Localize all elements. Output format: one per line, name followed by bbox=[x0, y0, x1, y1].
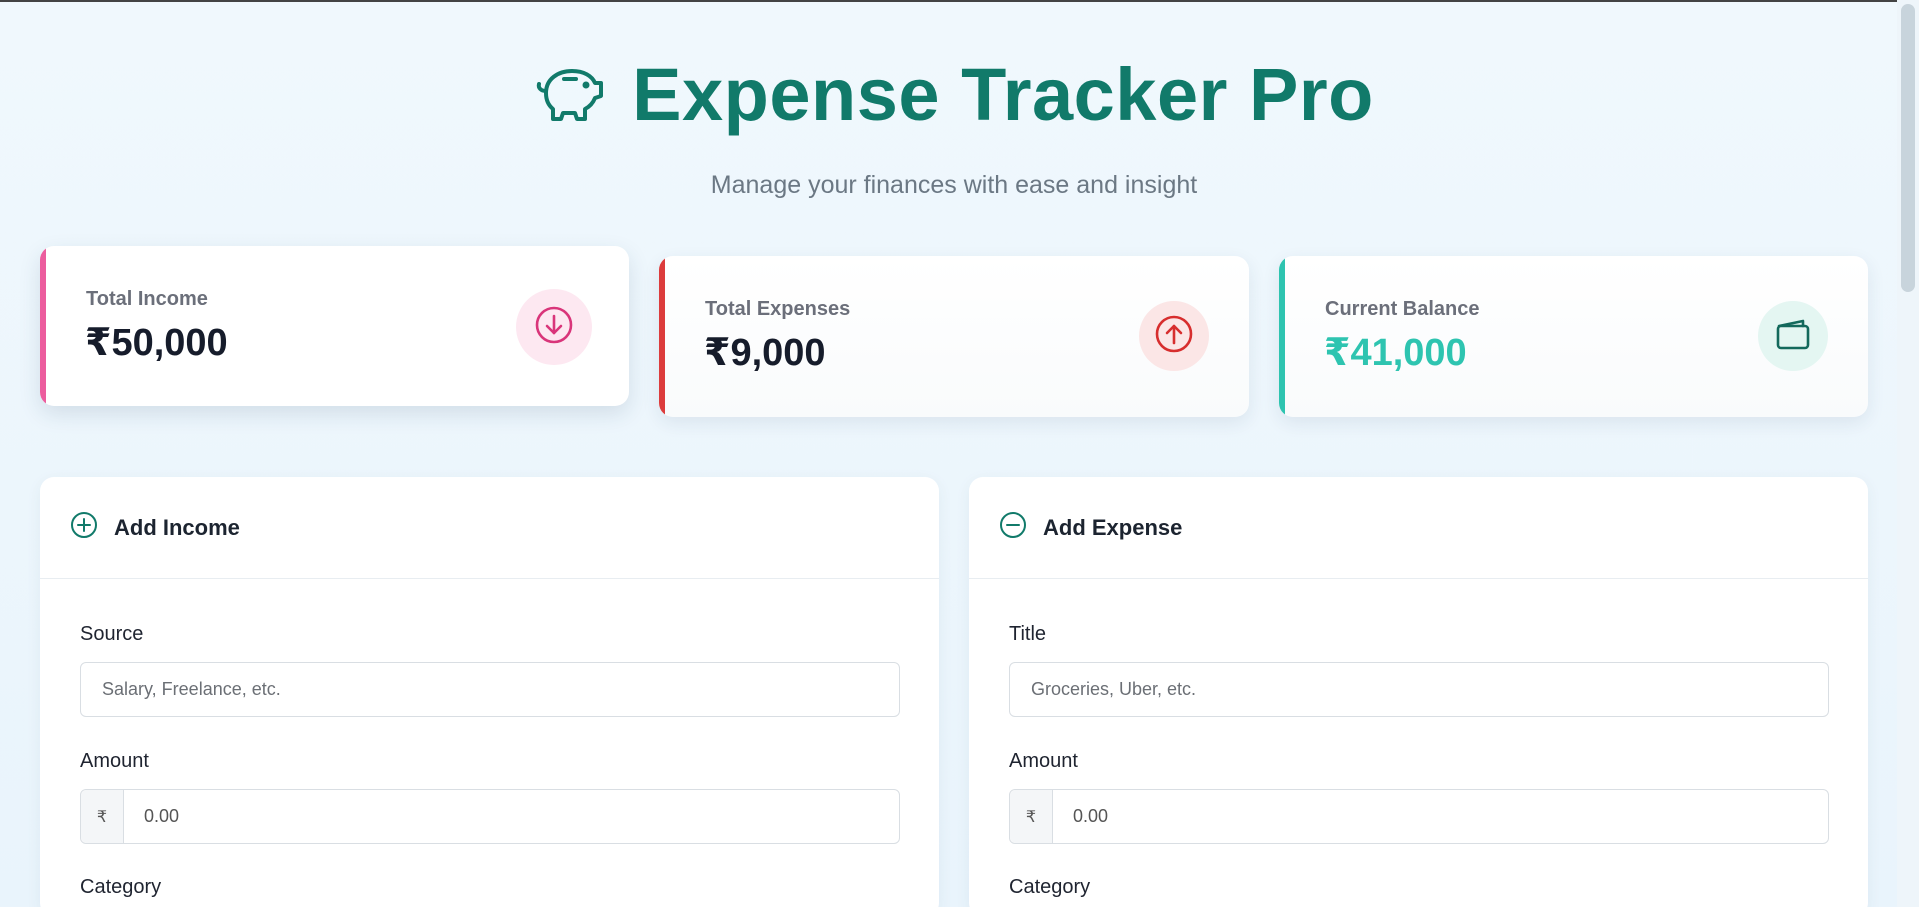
add-income-panel: Add Income Source Salary, Freelance, etc… bbox=[40, 477, 939, 907]
total-income-label: Total Income bbox=[86, 288, 208, 310]
rupee-prefix: ₹ bbox=[1010, 790, 1053, 843]
wallet-icon bbox=[1773, 314, 1813, 359]
rupee-prefix: ₹ bbox=[81, 790, 124, 843]
total-income-value: ₹50,000 bbox=[85, 322, 228, 364]
balance-icon-circle bbox=[1758, 301, 1828, 371]
balance-accent-bar bbox=[1279, 256, 1285, 417]
income-source-placeholder: Salary, Freelance, etc. bbox=[102, 679, 281, 699]
total-income-card: Total Income ₹50,000 bbox=[40, 246, 629, 406]
total-expenses-label: Total Expenses bbox=[705, 298, 851, 320]
expense-amount-input[interactable]: ₹ 0.00 bbox=[1009, 789, 1829, 844]
title-row: Expense Tracker Pro bbox=[534, 52, 1374, 137]
expense-title-label: Title bbox=[1009, 623, 1047, 645]
add-income-header: Add Income bbox=[40, 477, 939, 579]
total-expenses-value: ₹9,000 bbox=[704, 332, 826, 374]
expense-amount-label: Amount bbox=[1009, 750, 1078, 772]
expenses-accent-bar bbox=[659, 256, 665, 417]
income-icon-circle bbox=[516, 289, 592, 365]
current-balance-value: ₹41,000 bbox=[1324, 332, 1467, 374]
expense-title-input[interactable]: Groceries, Uber, etc. bbox=[1009, 662, 1829, 717]
expense-amount-placeholder: 0.00 bbox=[1073, 806, 1109, 826]
plus-circle-icon bbox=[70, 511, 98, 544]
minus-circle-icon bbox=[999, 511, 1027, 544]
expense-title-placeholder: Groceries, Uber, etc. bbox=[1031, 679, 1197, 699]
income-amount-input[interactable]: ₹ 0.00 bbox=[80, 789, 900, 844]
arrow-up-circle-icon bbox=[1154, 314, 1194, 359]
page: Expense Tracker Pro Manage your finances… bbox=[0, 0, 1897, 907]
current-balance-card: Current Balance ₹41,000 bbox=[1279, 256, 1868, 417]
total-expenses-card: Total Expenses ₹9,000 bbox=[659, 256, 1249, 417]
app-subtitle: Manage your finances with ease and insig… bbox=[710, 171, 1198, 199]
current-balance-label: Current Balance bbox=[1325, 298, 1480, 320]
vertical-scrollbar[interactable] bbox=[1897, 0, 1919, 907]
app-title: Expense Tracker Pro bbox=[632, 53, 1374, 136]
add-expense-panel: Add Expense Title Groceries, Uber, etc. … bbox=[969, 477, 1868, 907]
income-category-label: Category bbox=[80, 876, 162, 898]
income-amount-placeholder: 0.00 bbox=[144, 806, 180, 826]
income-source-input[interactable]: Salary, Freelance, etc. bbox=[80, 662, 900, 717]
income-accent-bar bbox=[40, 246, 46, 406]
add-expense-title: Add Expense bbox=[1043, 514, 1183, 540]
piggy-bank-icon bbox=[534, 63, 608, 127]
income-amount-label: Amount bbox=[80, 750, 149, 772]
scrollbar-thumb[interactable] bbox=[1901, 4, 1915, 292]
arrow-down-circle-icon bbox=[534, 305, 574, 350]
expenses-icon-circle bbox=[1139, 301, 1209, 371]
add-income-title: Add Income bbox=[114, 514, 240, 540]
page-header: Expense Tracker Pro Manage your finances… bbox=[0, 52, 1908, 200]
source-label: Source bbox=[80, 623, 144, 645]
add-expense-header: Add Expense bbox=[969, 477, 1868, 579]
expense-category-label: Category bbox=[1009, 876, 1091, 898]
